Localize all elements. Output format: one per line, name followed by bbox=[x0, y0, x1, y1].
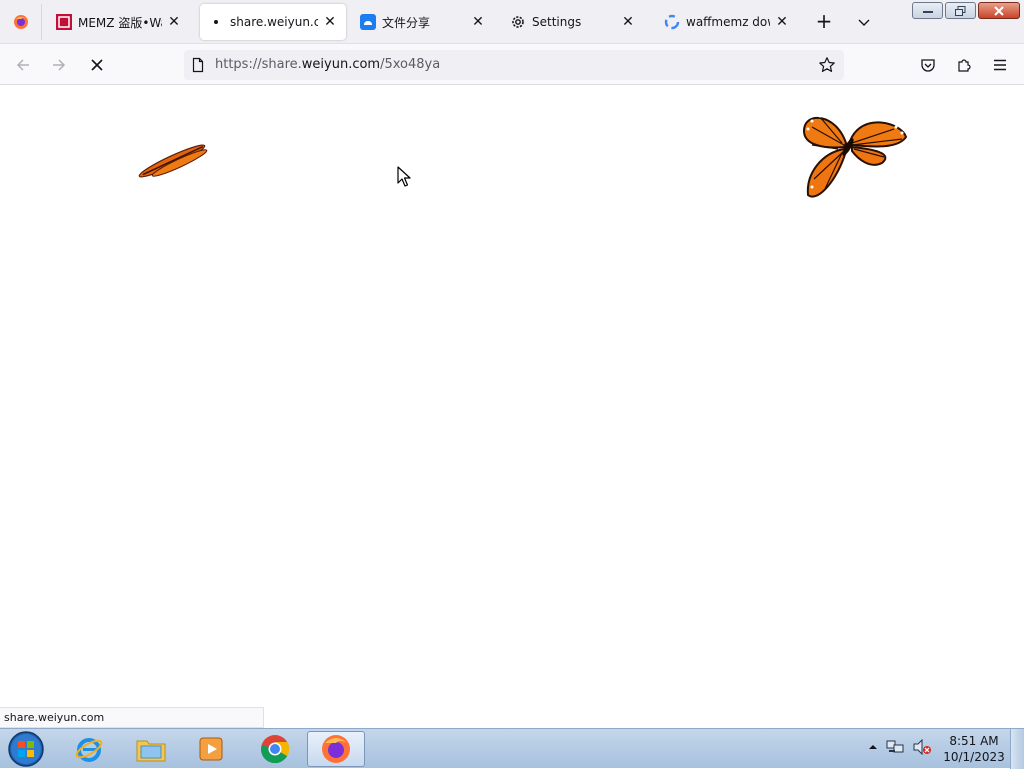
firefox-icon bbox=[13, 15, 28, 29]
restore-icon bbox=[955, 5, 966, 16]
butterfly-image bbox=[802, 114, 908, 198]
url-path: /5xo48ya bbox=[380, 57, 441, 72]
stop-loading-button[interactable] bbox=[84, 52, 110, 78]
minimize-icon bbox=[922, 10, 933, 13]
start-button[interactable] bbox=[6, 730, 46, 768]
navigation-toolbar: https://share.weiyun.com/5xo48ya bbox=[0, 44, 1024, 85]
pocket-button[interactable] bbox=[915, 52, 941, 78]
show-desktop-button[interactable] bbox=[1010, 729, 1024, 769]
tab-share-weiyun[interactable]: share.weiyun.com ✕ bbox=[200, 4, 346, 40]
gear-icon bbox=[510, 14, 526, 30]
mouse-cursor-icon bbox=[397, 166, 411, 187]
volume-muted-icon[interactable] bbox=[912, 739, 932, 755]
media-player-icon bbox=[199, 737, 223, 761]
taskbar-clock[interactable]: 8:51 AM 10/1/2023 bbox=[938, 733, 1010, 765]
taskbar-file-explorer[interactable] bbox=[122, 731, 180, 767]
taskbar-chrome[interactable] bbox=[246, 731, 304, 767]
windows-logo-icon bbox=[8, 731, 44, 767]
url-text[interactable]: https://share.weiyun.com/5xo48ya bbox=[215, 57, 440, 72]
close-window-button[interactable] bbox=[978, 2, 1020, 19]
forward-button[interactable] bbox=[46, 52, 72, 78]
extensions-button[interactable] bbox=[951, 52, 977, 78]
tab-title: 文件分享 bbox=[382, 15, 431, 30]
file-explorer-icon bbox=[136, 740, 166, 762]
tab-settings[interactable]: Settings ✕ bbox=[502, 4, 644, 40]
close-tab-icon[interactable]: ✕ bbox=[470, 14, 486, 30]
network-icon[interactable] bbox=[886, 739, 904, 755]
windows-taskbar: 8:51 AM 10/1/2023 bbox=[0, 728, 1024, 769]
url-host: weiyun.com bbox=[301, 57, 381, 72]
butterfly-image bbox=[138, 144, 208, 178]
memz-icon bbox=[56, 14, 72, 30]
clock-date: 10/1/2023 bbox=[943, 750, 1005, 764]
close-tab-icon[interactable]: ✕ bbox=[774, 14, 790, 30]
arrow-right-icon bbox=[53, 59, 66, 71]
arrow-left-icon bbox=[16, 59, 29, 71]
close-tab-icon[interactable]: ✕ bbox=[620, 14, 636, 30]
close-tab-icon[interactable]: ✕ bbox=[322, 14, 338, 30]
window-controls bbox=[912, 2, 1020, 19]
tab-title: share.weiyun.com bbox=[230, 15, 318, 29]
google-icon bbox=[664, 14, 680, 30]
tab-memz[interactable]: MEMZ 盗版•Waffl ✕ bbox=[48, 4, 190, 40]
firefox-icon bbox=[322, 735, 350, 763]
taskbar-internet-explorer[interactable] bbox=[60, 731, 118, 767]
chevron-down-icon bbox=[858, 19, 870, 26]
pocket-icon bbox=[921, 59, 935, 72]
close-tab-icon[interactable]: ✕ bbox=[166, 14, 182, 30]
system-tray bbox=[868, 739, 932, 755]
tab-google-search[interactable]: waffmemz dow - ✕ bbox=[656, 4, 798, 40]
bookmark-star-icon[interactable] bbox=[818, 56, 836, 74]
weiyun-cloud-icon bbox=[360, 14, 376, 30]
tab-title: waffmemz dow - bbox=[686, 15, 770, 29]
tab-strip: MEMZ 盗版•Waffl ✕ share.weiyun.com ✕ 文件分享 … bbox=[0, 0, 1024, 44]
taskbar-firefox[interactable] bbox=[307, 731, 365, 767]
clock-time: 8:51 AM bbox=[949, 734, 999, 748]
hamburger-menu-icon bbox=[994, 59, 1006, 71]
internet-explorer-icon bbox=[75, 738, 103, 762]
url-prefix: https://share. bbox=[215, 57, 302, 72]
show-hidden-icons-icon[interactable] bbox=[868, 742, 878, 752]
close-icon bbox=[994, 5, 1004, 16]
link-status-panel: share.weiyun.com bbox=[0, 707, 264, 728]
minimize-button[interactable] bbox=[912, 2, 943, 19]
page-content bbox=[0, 85, 1024, 728]
back-button[interactable] bbox=[10, 52, 36, 78]
page-icon bbox=[192, 57, 204, 73]
firefox-view-button[interactable] bbox=[0, 4, 42, 40]
address-bar[interactable]: https://share.weiyun.com/5xo48ya bbox=[184, 50, 844, 80]
taskbar-media-player[interactable] bbox=[182, 731, 240, 767]
puzzle-icon bbox=[958, 59, 971, 72]
tab-title: Settings bbox=[532, 15, 582, 29]
stop-icon bbox=[91, 59, 103, 71]
loading-dot-icon bbox=[208, 14, 224, 30]
list-all-tabs-button[interactable] bbox=[852, 10, 876, 34]
chrome-icon bbox=[261, 735, 290, 764]
restore-button[interactable] bbox=[945, 2, 976, 19]
tab-file-share[interactable]: 文件分享 ✕ bbox=[352, 4, 494, 40]
new-tab-button[interactable]: + bbox=[812, 10, 836, 34]
app-menu-button[interactable] bbox=[987, 52, 1013, 78]
tab-title: MEMZ 盗版•Waffl bbox=[78, 15, 162, 30]
